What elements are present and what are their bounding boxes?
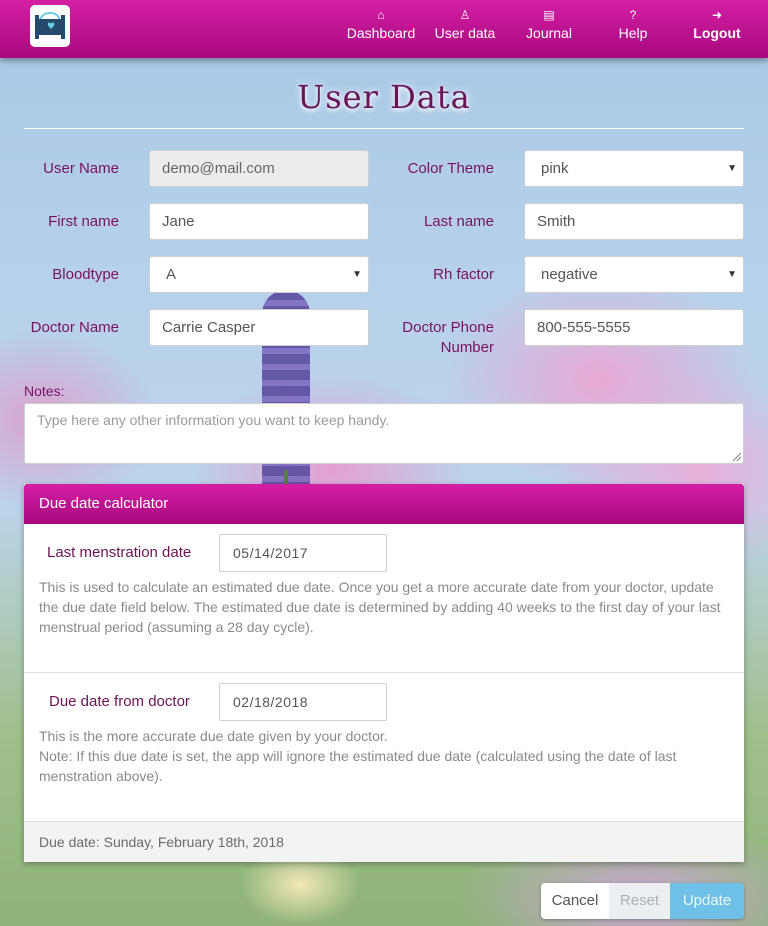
chevron-down-icon: ▼	[352, 269, 362, 280]
first-name-field[interactable]: Jane	[149, 203, 369, 240]
rh-factor-select[interactable]: negative ▼	[524, 256, 744, 293]
page-title: User Data	[297, 78, 471, 116]
user-name-field[interactable]: demo@mail.com	[149, 150, 369, 187]
doctor-phone-field[interactable]: 800-555-5555	[524, 309, 744, 346]
user-name-label: User Name	[43, 160, 119, 177]
home-icon: ⌂	[377, 8, 385, 22]
nav-user-data-label: User data	[434, 25, 496, 41]
notes-textarea[interactable]: Type here any other information you want…	[24, 403, 744, 464]
due-date-result: Due date: Sunday, February 18th, 2018	[24, 821, 744, 862]
bloodtype-label: Bloodtype	[52, 266, 119, 283]
app-logo[interactable]: ♥	[30, 5, 70, 47]
doctor-phone-label-line2: Number	[440, 339, 494, 356]
due-date-calculator-panel: Due date calculator Last menstration dat…	[24, 484, 744, 862]
last-name-field[interactable]: Smith	[524, 203, 744, 240]
question-icon: ?	[629, 8, 637, 22]
nav-logout[interactable]: ➜ Logout	[690, 6, 744, 46]
doctor-due-date-label: Due date from doctor	[49, 693, 190, 710]
nav-dashboard-label: Dashboard	[346, 25, 416, 41]
bloodtype-value: A	[166, 266, 177, 283]
update-button[interactable]: Update	[670, 883, 744, 919]
panel-title: Due date calculator	[24, 484, 744, 524]
resize-grip-icon[interactable]	[733, 453, 741, 461]
nav-user-data[interactable]: ♙ User data	[430, 6, 500, 46]
user-icon: ♙	[459, 8, 471, 22]
lmp-help-text: This is used to calculate an estimated d…	[39, 579, 721, 635]
book-icon: ▤	[543, 8, 555, 22]
color-theme-value: pink	[541, 160, 569, 177]
nav-journal-label: Journal	[526, 25, 572, 41]
logout-icon: ➜	[711, 8, 723, 22]
crib-icon: ♥	[34, 11, 66, 41]
doctor-phone-label: Doctor Phone Number	[384, 318, 494, 358]
doctor-due-date-input[interactable]: 02/18/2018	[219, 683, 387, 721]
cancel-button[interactable]: Cancel	[541, 883, 609, 919]
reset-button[interactable]: Reset	[609, 883, 670, 919]
panel-divider	[24, 672, 744, 673]
nav-help-label: Help	[618, 25, 648, 41]
nav-dashboard[interactable]: ⌂ Dashboard	[344, 6, 418, 46]
lmp-label: Last menstration date	[47, 544, 192, 561]
notes-placeholder: Type here any other information you want…	[37, 412, 390, 428]
doctor-name-field[interactable]: Carrie Casper	[149, 309, 369, 346]
color-theme-select[interactable]: pink ▼	[524, 150, 744, 187]
color-theme-label: Color Theme	[407, 160, 494, 177]
nav-help[interactable]: ? Help	[610, 6, 656, 46]
last-name-label: Last name	[423, 213, 494, 230]
top-navbar: ♥ ⌂ Dashboard ♙ User data ▤ Journal ? He…	[0, 0, 768, 58]
notes-label: Notes:	[24, 383, 65, 399]
doctor-due-help-text-1: This is the more accurate due date given…	[39, 728, 388, 744]
lmp-date-input[interactable]: 05/14/2017	[219, 534, 387, 572]
chevron-down-icon: ▼	[727, 269, 737, 280]
rh-factor-label: Rh factor	[433, 266, 494, 283]
rh-factor-value: negative	[541, 266, 598, 283]
first-name-label: First name	[48, 213, 119, 230]
bloodtype-select[interactable]: A ▼	[149, 256, 369, 293]
chevron-down-icon: ▼	[727, 163, 737, 174]
doctor-due-help-text-2: Note: If this due date is set, the app w…	[39, 748, 677, 784]
doctor-name-label: Doctor Name	[30, 319, 119, 336]
doctor-phone-label-line1: Doctor Phone	[402, 319, 494, 336]
nav-logout-label: Logout	[693, 25, 741, 41]
nav-journal[interactable]: ▤ Journal	[520, 6, 578, 46]
title-divider	[24, 128, 744, 129]
form-actions: Cancel Reset Update	[541, 883, 744, 919]
